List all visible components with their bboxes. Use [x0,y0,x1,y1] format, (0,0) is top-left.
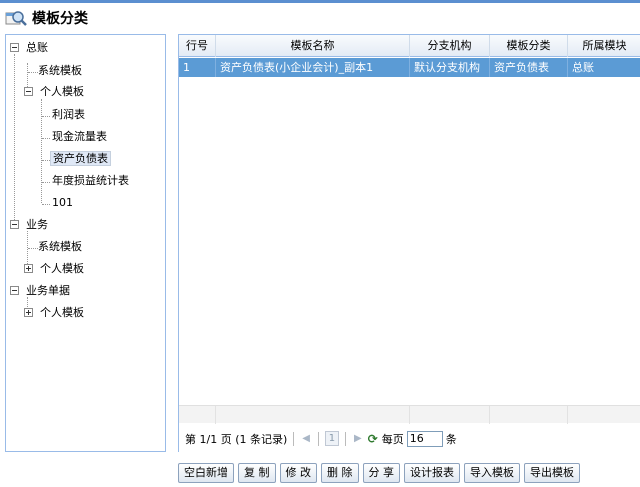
tree-line [42,116,50,117]
collapse-icon[interactable] [24,87,33,96]
tree-node-business[interactable]: 业务 [10,216,50,234]
collapse-icon[interactable] [10,43,19,52]
collapse-icon[interactable] [10,220,19,229]
per-page-label: 每页 [381,432,404,446]
column-header-row-no[interactable]: 行号 [179,35,216,57]
table-row[interactable]: 1 资产负债表(小企业会计)_副本1 默认分支机构 资产负债表 总账 [179,58,640,77]
next-page-icon[interactable]: ▶ [354,433,362,444]
magnifier-icon [4,7,28,29]
tree-node-documents-personal-templates[interactable]: 个人模板 [24,304,86,322]
column-header-module[interactable]: 所属模块 [568,35,640,57]
expand-icon[interactable] [24,308,33,317]
grid-footer-row [179,405,640,424]
top-accent-bar [0,0,640,3]
tree-line [14,54,15,228]
template-grid: 行号 模板名称 分支机构 模板分类 所属模块 1 资产负债表(小企业会计)_副本… [178,34,640,452]
design-report-button[interactable]: 设计报表 [404,463,460,483]
pagination-bar: 第 1/1 页 (1 条记录) ◀ 1 ▶ ⟳ 每页 条 [179,425,640,452]
tree-line [42,182,50,183]
column-header-template-name[interactable]: 模板名称 [216,35,410,57]
collapse-icon[interactable] [10,286,19,295]
tree-node-general-ledger[interactable]: 总账 [10,39,50,57]
cell-row-no: 1 [179,58,216,77]
page-header: 模板分类 [0,4,640,32]
per-page-unit: 条 [445,432,457,446]
cell-branch: 默认分支机构 [410,58,490,77]
column-header-branch[interactable]: 分支机构 [410,35,490,57]
page-title: 模板分类 [32,11,88,27]
new-blank-button[interactable]: 空白新增 [178,463,234,483]
pager-separator [344,431,346,446]
pager-separator [293,431,295,446]
column-header-category[interactable]: 模板分类 [490,35,568,57]
tree-node-cash-flow-statement[interactable]: 现金流量表 [50,128,109,146]
grid-header: 行号 模板名称 分支机构 模板分类 所属模块 [179,35,640,57]
per-page-input[interactable] [406,430,443,447]
copy-button[interactable]: 复 制 [238,463,276,483]
tree-line [42,204,50,205]
tree-line [42,160,50,161]
tree-node-income-statement[interactable]: 利润表 [50,106,87,124]
tree-node-business-system-templates[interactable]: 系统模板 [36,238,84,256]
edit-button[interactable]: 修 改 [279,463,317,483]
grid-footer-cell [216,406,410,424]
cell-template-name: 资产负债表(小企业会计)_副本1 [216,58,410,77]
pager-separator [317,431,319,446]
current-page-number[interactable]: 1 [324,431,339,446]
tree-node-business-documents[interactable]: 业务单据 [10,282,72,300]
expand-icon[interactable] [24,264,33,273]
tree-node-101[interactable]: 101 [50,194,75,212]
template-category-tree: 总账 系统模板 个人模板 利润表 现金流量表 资产负债表 年度损益统计表 101… [5,34,166,452]
grid-footer-cell [179,406,216,424]
grid-footer-cell [490,406,568,424]
cell-category: 资产负债表 [490,58,568,77]
action-toolbar: 空白新增 复 制 修 改 删 除 分 享 设计报表 导入模板 导出模板 [178,463,580,485]
pager-info: 第 1/1 页 (1 条记录) [185,432,288,446]
delete-button[interactable]: 删 除 [321,463,359,483]
tree-line [42,138,50,139]
share-button[interactable]: 分 享 [362,463,400,483]
import-template-button[interactable]: 导入模板 [464,463,520,483]
refresh-icon[interactable]: ⟳ [368,432,378,446]
tree-node-annual-pl-summary[interactable]: 年度损益统计表 [50,172,131,190]
tree-line [41,99,42,203]
prev-page-icon[interactable]: ◀ [302,433,310,444]
tree-node-balance-sheet[interactable]: 资产负债表 [50,150,111,168]
tree-node-personal-templates[interactable]: 个人模板 [24,83,86,101]
tree-node-business-personal-templates[interactable]: 个人模板 [24,260,86,278]
grid-footer-cell [410,406,490,424]
cell-module: 总账 [572,61,594,74]
export-template-button[interactable]: 导出模板 [524,463,580,483]
tree-node-system-templates[interactable]: 系统模板 [36,62,84,80]
